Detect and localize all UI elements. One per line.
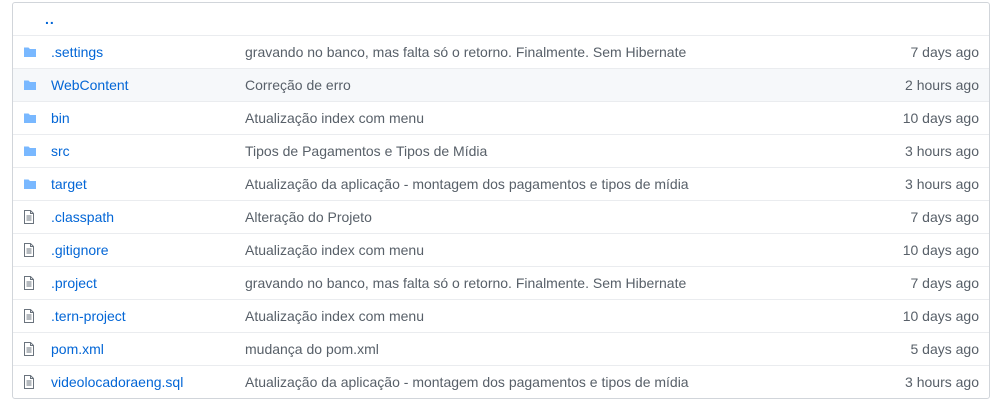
file-name-link[interactable]: .gitignore — [51, 242, 109, 258]
file-name-link[interactable]: bin — [51, 110, 70, 126]
file-name-link[interactable]: .tern-project — [51, 308, 126, 324]
table-row: pom.xml mudança do pom.xml 5 days ago — [13, 332, 989, 365]
commit-message-link[interactable]: Atualização index com menu — [245, 308, 839, 324]
table-row: bin Atualização index com menu 10 days a… — [13, 101, 989, 134]
commit-message-link[interactable]: gravando no banco, mas falta só o retorn… — [245, 44, 839, 60]
folder-icon — [13, 178, 51, 190]
table-row: videolocadoraeng.sql Atualização da apli… — [13, 365, 989, 398]
table-row: .settings gravando no banco, mas falta s… — [13, 35, 989, 68]
table-row: WebContent Correção de erro 2 hours ago — [13, 68, 989, 101]
file-name-link[interactable]: target — [51, 176, 87, 192]
commit-age: 7 days ago — [910, 44, 980, 60]
table-row: src Tipos de Pagamentos e Tipos de Mídia… — [13, 134, 989, 167]
commit-age: 2 hours ago — [905, 77, 979, 93]
commit-age: 7 days ago — [910, 275, 980, 291]
file-name-link[interactable]: WebContent — [51, 77, 129, 93]
folder-icon — [13, 79, 51, 91]
file-icon — [13, 243, 51, 257]
commit-age: 10 days ago — [902, 110, 979, 126]
commit-message-link[interactable]: Tipos de Pagamentos e Tipos de Mídia — [245, 143, 839, 159]
commit-age: 5 days ago — [910, 341, 980, 357]
file-icon — [13, 210, 51, 224]
commit-message-link[interactable]: Atualização da aplicação - montagem dos … — [245, 374, 839, 390]
commit-age: 3 hours ago — [905, 374, 979, 390]
table-row: target Atualização da aplicação - montag… — [13, 167, 989, 200]
folder-icon — [13, 145, 51, 157]
file-name-link[interactable]: .classpath — [51, 209, 114, 225]
commit-message-link[interactable]: gravando no banco, mas falta só o retorn… — [245, 275, 839, 291]
parent-directory-link[interactable]: .. — [13, 11, 55, 27]
table-row: .project gravando no banco, mas falta só… — [13, 266, 989, 299]
commit-age: 3 hours ago — [905, 143, 979, 159]
table-row: .gitignore Atualização index com menu 10… — [13, 233, 989, 266]
file-name-link[interactable]: pom.xml — [51, 341, 104, 357]
commit-message-link[interactable]: Correção de erro — [245, 77, 839, 93]
commit-age: 7 days ago — [910, 209, 980, 225]
file-list-table: .. .settings gravando no banco, mas falt… — [12, 2, 990, 399]
commit-age: 3 hours ago — [905, 176, 979, 192]
commit-message-link[interactable]: Atualização index com menu — [245, 242, 839, 258]
folder-icon — [13, 112, 51, 124]
folder-icon — [13, 46, 51, 58]
file-icon — [13, 375, 51, 389]
commit-message-link[interactable]: Atualização da aplicação - montagem dos … — [245, 176, 839, 192]
table-row: .classpath Alteração do Projeto 7 days a… — [13, 200, 989, 233]
file-name-link[interactable]: src — [51, 143, 70, 159]
commit-message-link[interactable]: Alteração do Projeto — [245, 209, 839, 225]
commit-age: 10 days ago — [902, 242, 979, 258]
commit-message-link[interactable]: mudança do pom.xml — [245, 341, 839, 357]
commit-message-link[interactable]: Atualização index com menu — [245, 110, 839, 126]
parent-directory-row[interactable]: .. — [13, 3, 989, 35]
file-icon — [13, 342, 51, 356]
file-icon — [13, 309, 51, 323]
file-icon — [13, 276, 51, 290]
file-name-link[interactable]: .settings — [51, 44, 103, 60]
file-name-link[interactable]: videolocadoraeng.sql — [51, 374, 183, 390]
file-name-link[interactable]: .project — [51, 275, 97, 291]
commit-age: 10 days ago — [902, 308, 979, 324]
table-row: .tern-project Atualização index com menu… — [13, 299, 989, 332]
